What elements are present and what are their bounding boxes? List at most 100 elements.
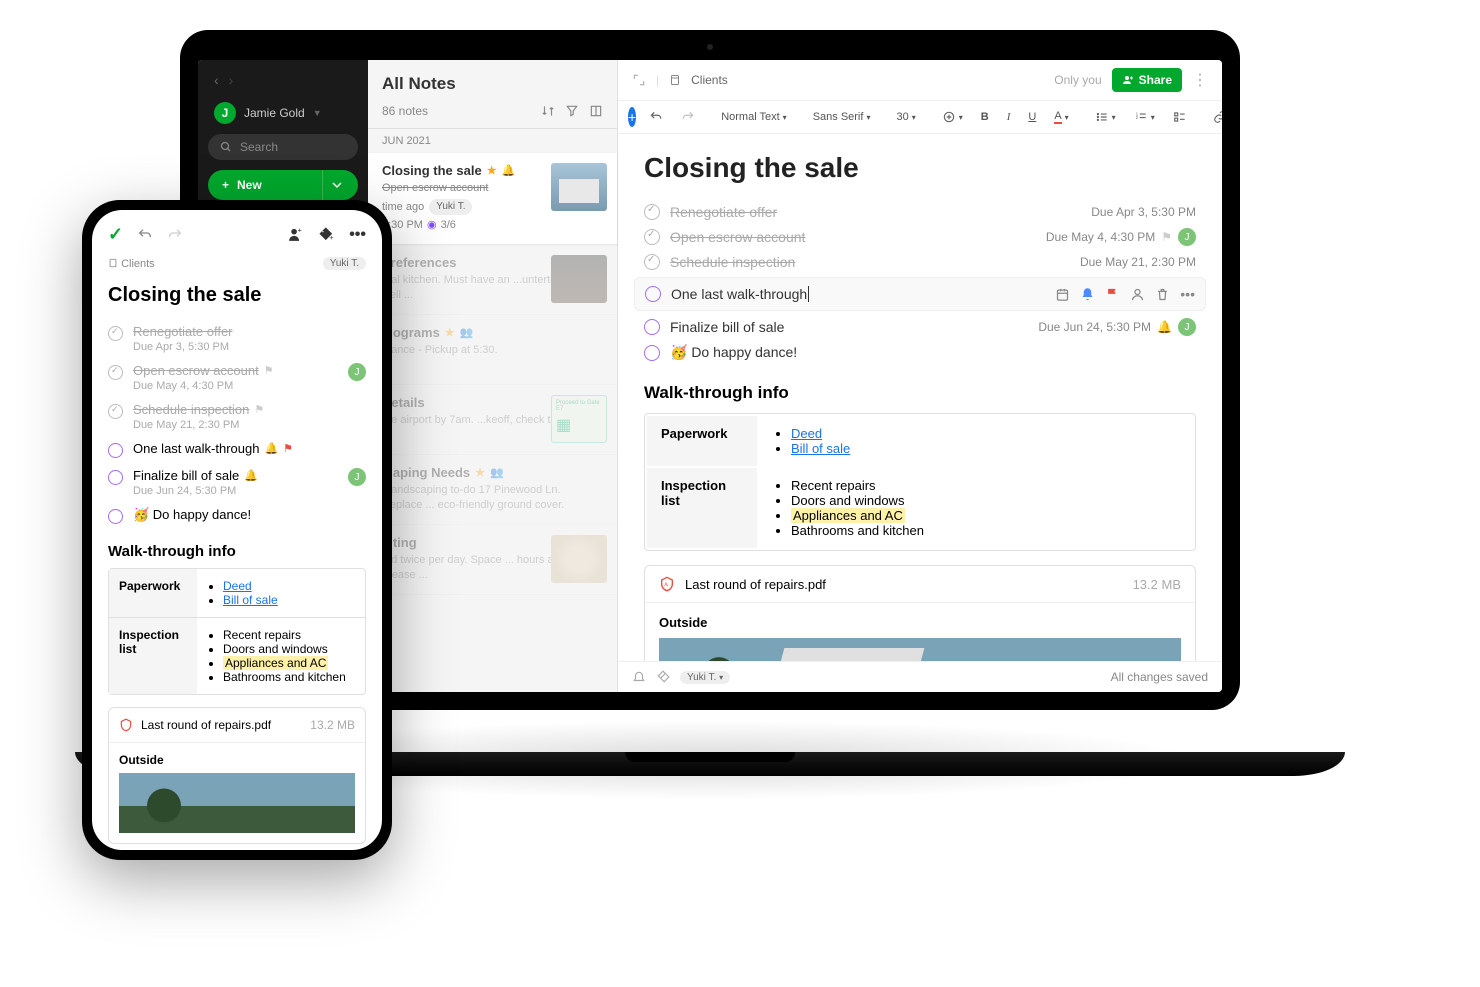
visibility-label: Only you [1054,73,1101,87]
checkbox-icon[interactable] [108,470,123,485]
undo-button[interactable] [137,227,153,243]
search-input[interactable]: Search [208,134,358,160]
document-title[interactable]: Closing the sale [108,284,366,307]
sort-icon[interactable] [541,104,555,118]
checkbox-icon[interactable] [108,404,123,419]
link-button[interactable] [1208,107,1222,127]
task-row[interactable]: 🥳 Do happy dance! [108,502,366,529]
bullet-list-button[interactable]: ▾ [1090,107,1121,127]
tag-icon[interactable]: + [318,226,335,243]
flag-icon: ⚑ [1161,230,1172,244]
reminder-icon[interactable] [632,670,646,684]
checkbox-icon[interactable] [644,319,660,335]
calendar-icon[interactable] [1055,287,1070,302]
note-card[interactable]: Closing the sale ★ 🔔 Open escrow account… [368,153,617,245]
expand-icon[interactable] [632,73,646,87]
task-row[interactable]: Schedule inspection Due May 21, 2:30 PM [644,250,1196,274]
task-row[interactable]: One last walk-through ••• [634,277,1206,311]
share-button[interactable]: Share [1112,68,1182,92]
section-heading: Walk-through info [644,383,1196,403]
task-text: 🥳 Do happy dance! [670,344,1196,361]
task-row[interactable]: Renegotiate offer Due Apr 3, 5:30 PM [644,200,1196,224]
style-select[interactable]: Normal Text ▾ [716,108,792,126]
text-color-button[interactable]: A ▾ [1049,107,1073,127]
more-icon[interactable]: ••• [349,226,366,244]
size-select[interactable]: 30 ▾ [891,108,920,126]
note-card[interactable]: Preferences ...al kitchen. Must have an … [368,245,617,315]
note-card[interactable]: ...ograms ★ 👥 ...ance - Pickup at 5:30. [368,315,617,385]
chevron-down-icon[interactable] [322,170,350,200]
link-bill-of-sale[interactable]: Bill of sale [223,593,278,607]
checkbox-icon[interactable] [108,365,123,380]
profile-menu[interactable]: J Jamie Gold ▼ [208,98,358,134]
task-row[interactable]: Finalize bill of sale Due Jun 24, 5:30 P… [644,314,1196,340]
done-button[interactable]: ✓ [108,224,123,245]
new-button[interactable]: + New [208,170,358,200]
bold-button[interactable]: B [976,108,994,126]
attachment[interactable]: Last round of repairs.pdf 13.2 MB Outsid… [108,707,366,844]
task-text: Renegotiate offer [133,324,233,339]
task-text[interactable]: One last walk-through [671,286,807,302]
checklist-button[interactable] [1168,107,1192,127]
assign-icon[interactable] [1130,287,1145,302]
checkbox-icon[interactable] [108,326,123,341]
undo-button[interactable] [644,107,668,127]
task-due: Due Apr 3, 5:30 PM [1091,205,1196,219]
breadcrumb[interactable]: Clients [121,258,155,270]
star-icon: ★ [487,164,497,177]
task-row[interactable]: Open escrow account Due May 4, 4:30 PM ⚑… [644,224,1196,250]
note-card[interactable]: ...aping Needs ★ 👥 ...andscaping to-do 1… [368,455,617,525]
font-select[interactable]: Sans Serif ▾ [808,108,876,126]
checkbox-icon[interactable] [644,204,660,220]
document-title[interactable]: Closing the sale [644,152,1196,184]
redo-button[interactable] [167,227,183,243]
checkbox-icon[interactable] [645,286,661,302]
task-row[interactable]: Renegotiate offer Due Apr 3, 5:30 PM [108,319,366,358]
link-deed[interactable]: Deed [791,426,822,441]
bell-icon[interactable] [1080,287,1095,302]
notes-header: All Notes [368,60,617,100]
task-due: Due May 21, 2:30 PM [1080,255,1196,269]
task-row[interactable]: One last walk-through 🔔 ⚑ [108,436,366,463]
italic-button[interactable]: I [1002,108,1016,126]
view-icon[interactable] [589,104,603,118]
trash-icon[interactable] [1155,287,1170,302]
task-row[interactable]: 🥳 Do happy dance! [644,340,1196,365]
nav-forward-icon[interactable]: › [229,72,234,88]
nav-back-icon[interactable]: ‹ [214,72,219,88]
task-row[interactable]: Open escrow account ⚑ Due May 4, 4:30 PM… [108,358,366,397]
breadcrumb[interactable]: Clients [691,73,728,87]
checkbox-icon[interactable] [644,229,660,245]
checkbox-icon[interactable] [108,509,123,524]
person-add-icon[interactable]: + [287,226,304,243]
section-heading: Walk-through info [108,543,366,560]
checkbox-icon[interactable] [644,345,660,361]
tag-icon[interactable] [656,670,670,684]
underline-button[interactable]: U [1023,108,1041,126]
task-row[interactable]: Schedule inspection ⚑ Due May 21, 2:30 P… [108,397,366,436]
attachment[interactable]: 人 Last round of repairs.pdf 13.2 MB Outs… [644,565,1196,661]
link-bill-of-sale[interactable]: Bill of sale [791,441,850,456]
insert-button[interactable]: + [628,107,636,127]
note-card[interactable]: Details ...e airport by 7am. ...keoff, c… [368,385,617,455]
assignee-chip[interactable]: Yuki T. ▾ [680,671,730,684]
phone-frame: ✓ + + ••• Clients Yuki T. Closing the sa… [82,200,392,860]
flag-icon[interactable] [1105,287,1120,302]
table-header: Paperwork [109,569,197,617]
more-icon[interactable]: ••• [1180,286,1195,302]
checkbox-icon[interactable] [644,254,660,270]
number-list-button[interactable]: 12 ▾ [1129,107,1160,127]
more-style-icon[interactable]: ▾ [937,107,968,127]
note-card[interactable]: ...ting ...d twice per day. Space ... ho… [368,525,617,595]
note-time: time ago [382,200,424,215]
search-placeholder: Search [240,140,278,154]
redo-button[interactable] [676,107,700,127]
link-deed[interactable]: Deed [223,579,252,593]
task-row[interactable]: Finalize bill of sale 🔔 Due Jun 24, 5:30… [108,463,366,502]
checkbox-icon[interactable] [108,443,123,458]
pdf-icon: 人 [659,576,675,592]
task-due: Due Jun 24, 5:30 PM [1038,320,1151,334]
filter-icon[interactable] [565,104,579,118]
note-title: ...aping Needs [382,465,470,480]
more-icon[interactable]: ⋮ [1192,70,1208,90]
